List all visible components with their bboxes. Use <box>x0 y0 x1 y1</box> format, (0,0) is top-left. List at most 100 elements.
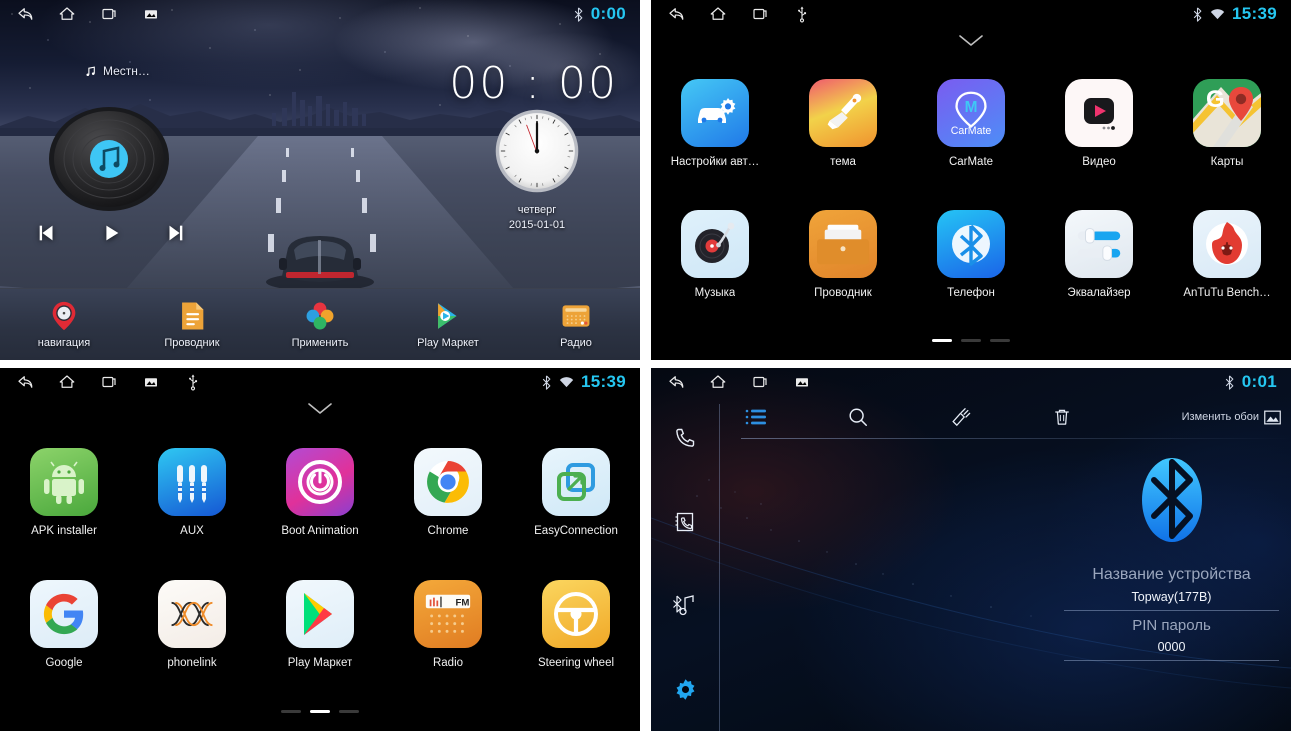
analog-clock-face <box>495 109 579 193</box>
app-file-explorer[interactable]: Проводник <box>779 189 907 320</box>
navigation-buttons[interactable] <box>651 5 811 23</box>
usb-icon[interactable] <box>793 5 811 23</box>
previous-track-icon[interactable] <box>36 222 58 244</box>
bluetooth-icon <box>542 374 551 390</box>
navigation-pin-icon <box>52 301 76 331</box>
dock-item-apply[interactable]: Применить <box>256 288 384 360</box>
recents-icon[interactable] <box>100 373 118 391</box>
play-icon[interactable] <box>100 222 122 244</box>
dock-item-navigation[interactable]: навигация <box>0 288 128 360</box>
search-button[interactable] <box>841 402 875 432</box>
app-easyconnection[interactable]: EasyConnection <box>512 426 640 559</box>
bluetooth-music-icon <box>673 595 694 616</box>
home-icon[interactable] <box>709 373 727 391</box>
statusbar-bluetooth: 0:01 <box>651 368 1291 396</box>
app-apk-installer[interactable]: APK installer <box>0 426 128 559</box>
analog-clock-widget[interactable]: четверг 2015-01-01 <box>482 108 592 231</box>
trash-button[interactable] <box>1045 402 1079 432</box>
play-store-icon <box>438 303 457 329</box>
app-aux[interactable]: AUX <box>128 426 256 559</box>
app-grid-page1: Настройки авт… тема M CarMate CarMate Ви… <box>651 58 1291 320</box>
page-dot[interactable] <box>310 710 330 713</box>
bluetooth-toolbar: Изменить обои <box>719 396 1291 438</box>
app-google[interactable]: Google <box>0 559 128 692</box>
bluetooth-icon <box>1193 6 1202 22</box>
navigation-buttons[interactable] <box>0 5 160 23</box>
page-dot[interactable] <box>961 339 981 342</box>
back-icon[interactable] <box>667 373 685 391</box>
page-dot[interactable] <box>339 710 359 713</box>
app-antutu[interactable]: AnTuTu Bench… <box>1163 189 1291 320</box>
change-wallpaper-button[interactable]: Изменить обои <box>1182 410 1281 425</box>
app-radio[interactable]: FM Radio <box>384 559 512 692</box>
app-label: Play Маркет <box>287 657 353 670</box>
app-carmate[interactable]: M CarMate CarMate <box>907 58 1035 189</box>
navigation-buttons[interactable] <box>0 373 202 391</box>
pin-value[interactable]: 0000 <box>1064 634 1279 661</box>
next-track-icon[interactable] <box>164 222 186 244</box>
recents-icon[interactable] <box>751 373 769 391</box>
chevron-down-icon[interactable] <box>958 34 984 47</box>
svg-text:G: G <box>1206 86 1225 113</box>
media-controls[interactable] <box>36 222 186 244</box>
back-icon[interactable] <box>16 373 34 391</box>
usb-icon[interactable] <box>184 373 202 391</box>
bluetooth-device-panel: Название устройства Topway(177B) PIN пар… <box>1064 452 1279 661</box>
vinyl-record-icon[interactable] <box>46 104 172 219</box>
app-play-store[interactable]: Play Маркет <box>256 559 384 692</box>
recents-icon[interactable] <box>751 5 769 23</box>
app-boot-animation[interactable]: Boot Animation <box>256 426 384 559</box>
app-label: AUX <box>180 524 204 537</box>
screenshot-icon[interactable] <box>142 5 160 23</box>
screenshot-icon[interactable] <box>142 373 160 391</box>
app-label: Google <box>45 657 83 670</box>
home-icon[interactable] <box>58 5 76 23</box>
home-icon[interactable] <box>709 5 727 23</box>
app-theme[interactable]: тема <box>779 58 907 189</box>
video-player-icon <box>1065 79 1133 147</box>
list-button[interactable] <box>739 402 773 432</box>
back-icon[interactable] <box>667 5 685 23</box>
statusbar-clock: 15:39 <box>1232 4 1277 23</box>
music-turntable-icon <box>681 210 749 278</box>
app-music[interactable]: Музыка <box>651 189 779 320</box>
equalizer-icon <box>1065 210 1133 278</box>
recents-icon[interactable] <box>100 5 118 23</box>
settings-gear-icon <box>676 678 694 700</box>
pick-edit-icon <box>951 408 970 427</box>
device-name-value[interactable]: Topway(177B) <box>1064 584 1279 611</box>
app-phonelink[interactable]: phonelink <box>128 559 256 692</box>
app-car-settings[interactable]: Настройки авт… <box>651 58 779 189</box>
app-label: APK installer <box>31 524 97 537</box>
screenshot-icon[interactable] <box>793 373 811 391</box>
sidebar-item-settings[interactable] <box>673 647 698 731</box>
pick-edit-button[interactable] <box>943 402 977 432</box>
statusbar-home: 0:00 <box>0 0 640 28</box>
app-label: Карты <box>1210 156 1244 168</box>
sidebar-item-dialpad[interactable] <box>673 396 697 480</box>
app-equalizer[interactable]: Эквалайзер <box>1035 189 1163 320</box>
page-dot[interactable] <box>932 339 952 342</box>
app-steering-wheel[interactable]: Steering wheel <box>512 559 640 692</box>
dock-item-file-manager[interactable]: Проводник <box>128 288 256 360</box>
app-video[interactable]: Видео <box>1035 58 1163 189</box>
app-maps[interactable]: G Карты <box>1163 58 1291 189</box>
clock-weekday: четверг <box>517 204 557 216</box>
page-dot[interactable] <box>281 710 301 713</box>
home-icon[interactable] <box>58 373 76 391</box>
sidebar-item-bluetooth-music[interactable] <box>672 564 698 648</box>
dock-item-play-store[interactable]: Play Маркет <box>384 288 512 360</box>
app-label: Radio <box>432 657 464 670</box>
digital-clock: 00 : 00 <box>449 58 618 109</box>
sidebar-item-contacts[interactable] <box>673 480 697 564</box>
dock-item-radio[interactable]: Радио <box>512 288 640 360</box>
app-chrome[interactable]: Chrome <box>384 426 512 559</box>
back-icon[interactable] <box>16 5 34 23</box>
trash-icon <box>1055 409 1069 425</box>
page-indicator-drawer2[interactable] <box>281 710 359 713</box>
app-bluetooth-phone[interactable]: Телефон <box>907 189 1035 320</box>
page-dot[interactable] <box>990 339 1010 342</box>
navigation-buttons[interactable] <box>651 373 811 391</box>
page-indicator-drawer1[interactable] <box>932 339 1010 342</box>
chevron-down-icon[interactable] <box>307 402 333 415</box>
